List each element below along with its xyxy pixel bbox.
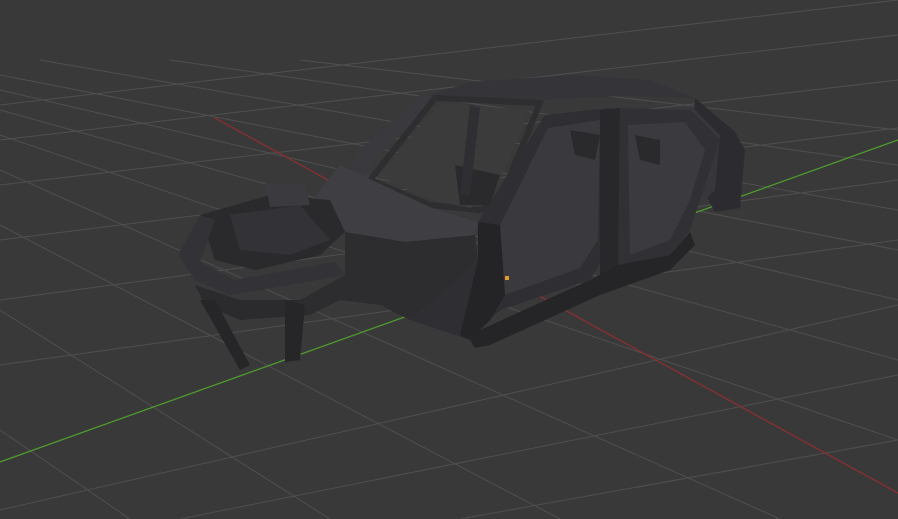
origin-marker bbox=[505, 276, 509, 280]
viewport-canvas[interactable] bbox=[0, 0, 898, 519]
car-b-pillar[interactable] bbox=[600, 108, 620, 278]
3d-viewport[interactable] bbox=[0, 0, 898, 519]
car-strut-tower bbox=[265, 183, 310, 207]
